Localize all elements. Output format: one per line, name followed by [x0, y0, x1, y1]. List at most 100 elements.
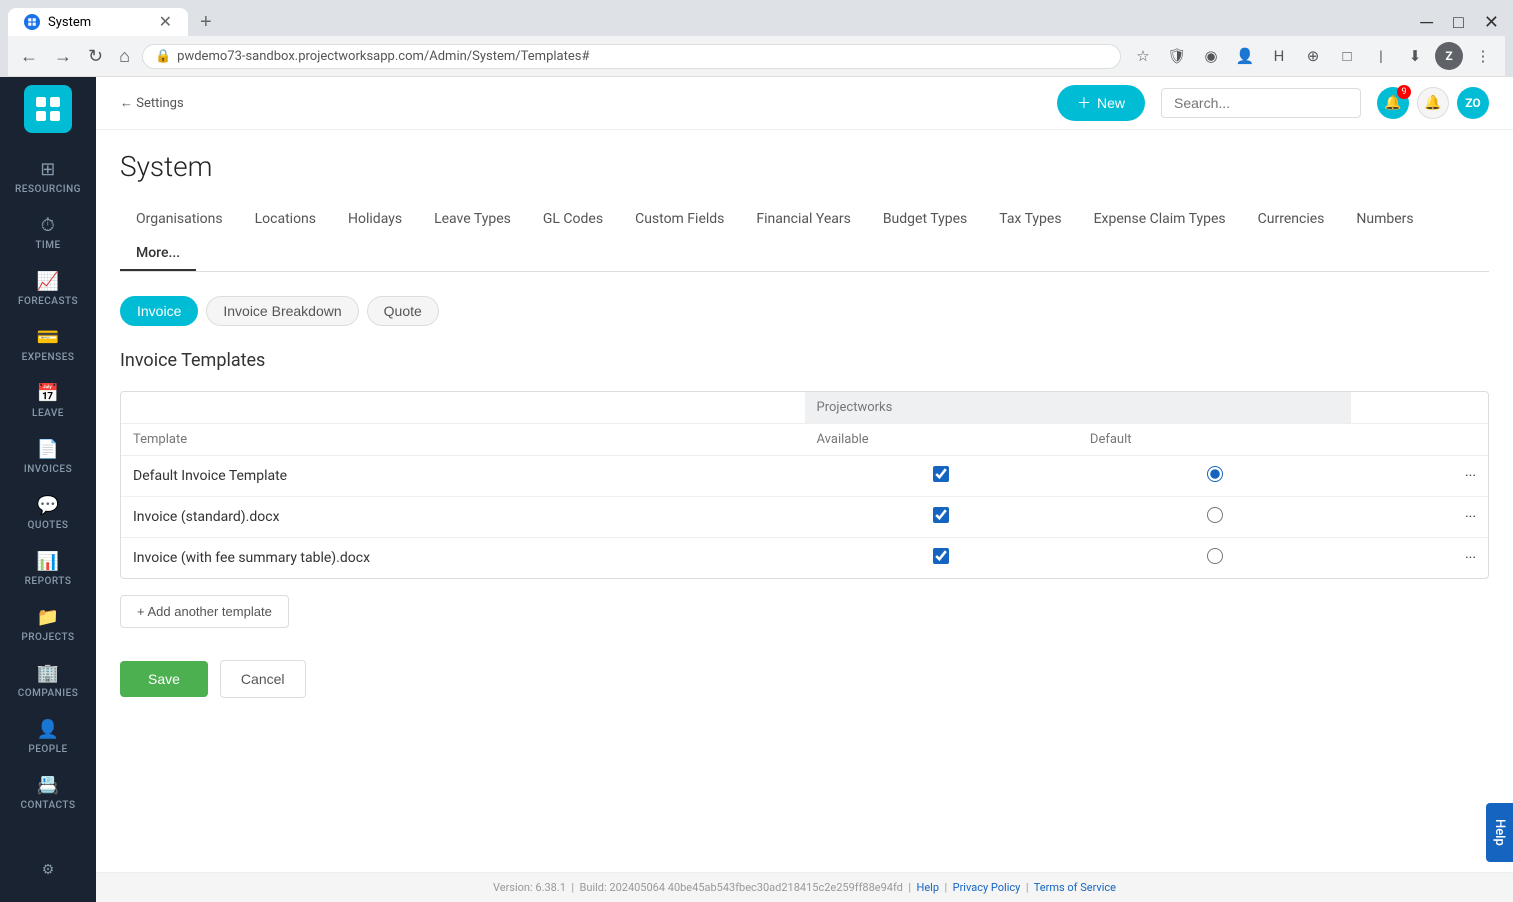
save-button[interactable]: Save — [120, 661, 208, 697]
add-template-button[interactable]: + Add another template — [120, 595, 289, 628]
minimize-button[interactable]: ─ — [1414, 10, 1439, 35]
default-radio-2[interactable] — [1207, 548, 1223, 564]
tab-gl-codes[interactable]: GL Codes — [527, 203, 619, 237]
sidebar-item-resourcing[interactable]: ⊞ RESOURCING — [0, 149, 96, 205]
sidebar-item-quotes[interactable]: 💬 QUOTES — [0, 485, 96, 541]
template-tab-quote[interactable]: Quote — [367, 296, 439, 326]
tab-holidays[interactable]: Holidays — [332, 203, 418, 237]
available-cell-1[interactable] — [805, 497, 1078, 538]
ext-icon-2[interactable]: ◉ — [1197, 42, 1225, 70]
tab-budget-types[interactable]: Budget Types — [867, 203, 983, 237]
sidebar-item-leave[interactable]: 📅 LEAVE — [0, 373, 96, 429]
ext-icon-6[interactable]: □ — [1333, 42, 1361, 70]
browser-tab[interactable]: System ✕ — [8, 8, 188, 36]
row-actions-2[interactable]: ··· — [1351, 538, 1488, 579]
tab-numbers[interactable]: Numbers — [1340, 203, 1429, 237]
footer-terms-link[interactable]: Terms of Service — [1034, 881, 1116, 894]
sidebar-item-label: PROJECTS — [21, 632, 74, 643]
security-icon: 🔒 — [155, 49, 171, 64]
alerts-button[interactable]: 🔔 — [1417, 87, 1449, 119]
footer-help-link[interactable]: Help — [916, 881, 939, 894]
sidebar-item-people[interactable]: 👤 PEOPLE — [0, 709, 96, 765]
ext-icon-1[interactable]: 🛡 — [1163, 42, 1191, 70]
forward-button[interactable]: → — [50, 44, 76, 69]
tab-financial-years[interactable]: Financial Years — [740, 203, 866, 237]
template-tab-invoice-breakdown[interactable]: Invoice Breakdown — [206, 296, 358, 326]
tab-leave-types[interactable]: Leave Types — [418, 203, 527, 237]
default-radio-0[interactable] — [1207, 466, 1223, 482]
help-button[interactable]: Help — [1486, 803, 1513, 862]
reload-button[interactable]: ↻ — [84, 44, 107, 69]
sidebar-item-label: COMPANIES — [18, 688, 79, 699]
ext-icon-5[interactable]: ⊕ — [1299, 42, 1327, 70]
sidebar-item-contacts[interactable]: 📇 CONTACTS — [0, 765, 96, 821]
th-default-label: Default — [1078, 424, 1351, 456]
sidebar-item-label: CONTACTS — [20, 800, 75, 811]
available-cell-2[interactable] — [805, 538, 1078, 579]
template-tab-invoice[interactable]: Invoice — [120, 296, 198, 326]
people-icon: 👤 — [37, 719, 60, 740]
tab-organisations[interactable]: Organisations — [120, 203, 239, 237]
sidebar: ⊞ RESOURCING ⏱ TIME 📈 FORECASTS 💳 EXPENS… — [0, 77, 96, 902]
app-header: ← Settings ＋ New 🔔 9 🔔 ZO — [96, 77, 1513, 130]
sidebar-item-label: EXPENSES — [22, 352, 75, 363]
default-cell-0[interactable] — [1078, 456, 1351, 497]
maximize-button[interactable]: □ — [1447, 10, 1470, 35]
tab-favicon — [24, 14, 40, 30]
profile-avatar[interactable]: Z — [1435, 42, 1463, 70]
sidebar-item-expenses[interactable]: 💳 EXPENSES — [0, 317, 96, 373]
row-actions-1[interactable]: ··· — [1351, 497, 1488, 538]
address-bar[interactable]: 🔒 pwdemo73-sandbox.projectworksapp.com/A… — [142, 44, 1121, 69]
tab-close-button[interactable]: ✕ — [159, 14, 172, 30]
invoices-icon: 📄 — [37, 439, 60, 460]
available-cell-0[interactable] — [805, 456, 1078, 497]
available-checkbox-0[interactable] — [933, 466, 949, 482]
settings-icon[interactable]: ⚙ — [34, 854, 63, 886]
th-template-label: Template — [121, 424, 805, 456]
notification-button[interactable]: 🔔 9 — [1377, 87, 1409, 119]
tab-tax-types[interactable]: Tax Types — [983, 203, 1077, 237]
table-row: Invoice (with fee summary table).docx ··… — [121, 538, 1488, 579]
bookmark-icon[interactable]: ☆ — [1129, 42, 1157, 70]
default-cell-2[interactable] — [1078, 538, 1351, 579]
template-name-cell: Invoice (with fee summary table).docx — [121, 538, 805, 579]
new-button[interactable]: ＋ New — [1057, 85, 1145, 121]
sidebar-item-projects[interactable]: 📁 PROJECTS — [0, 597, 96, 653]
ext-icon-4[interactable]: H — [1265, 42, 1293, 70]
tab-expense-claim-types[interactable]: Expense Claim Types — [1078, 203, 1242, 237]
available-checkbox-2[interactable] — [933, 548, 949, 564]
app-logo[interactable] — [24, 85, 72, 133]
close-button[interactable]: ✕ — [1478, 10, 1505, 35]
tab-currencies[interactable]: Currencies — [1242, 203, 1341, 237]
sidebar-item-reports[interactable]: 📊 REPORTS — [0, 541, 96, 597]
ext-icon-3[interactable]: 👤 — [1231, 42, 1259, 70]
sidebar-item-companies[interactable]: 🏢 COMPANIES — [0, 653, 96, 709]
expenses-icon: 💳 — [37, 327, 60, 348]
default-cell-1[interactable] — [1078, 497, 1351, 538]
search-input[interactable] — [1161, 88, 1361, 118]
sidebar-item-forecasts[interactable]: 📈 FORECASTS — [0, 261, 96, 317]
tab-title: System — [48, 15, 91, 30]
back-button[interactable]: ← — [16, 44, 42, 69]
user-avatar[interactable]: ZO — [1457, 87, 1489, 119]
row-actions-0[interactable]: ··· — [1351, 456, 1488, 497]
template-tabs: Invoice Invoice Breakdown Quote — [120, 296, 1489, 326]
tab-custom-fields[interactable]: Custom Fields — [619, 203, 740, 237]
templates-table: Projectworks Template Available Default — [121, 392, 1488, 578]
sidebar-item-time[interactable]: ⏱ TIME — [0, 205, 96, 261]
available-checkbox-1[interactable] — [933, 507, 949, 523]
section-title: Invoice Templates — [120, 350, 1489, 371]
table-row: Invoice (standard).docx ··· — [121, 497, 1488, 538]
download-icon[interactable]: ⬇ — [1401, 42, 1429, 70]
footer-privacy-link[interactable]: Privacy Policy — [953, 881, 1021, 894]
home-button[interactable]: ⌂ — [115, 44, 134, 69]
menu-icon[interactable]: ⋮ — [1469, 42, 1497, 70]
back-to-settings-link[interactable]: ← Settings — [120, 95, 184, 111]
tab-more[interactable]: More... — [120, 237, 196, 271]
new-tab-button[interactable]: + — [192, 11, 220, 34]
header-icons: 🔔 9 🔔 ZO — [1377, 87, 1489, 119]
tab-locations[interactable]: Locations — [239, 203, 332, 237]
cancel-button[interactable]: Cancel — [220, 660, 306, 698]
sidebar-item-invoices[interactable]: 📄 INVOICES — [0, 429, 96, 485]
default-radio-1[interactable] — [1207, 507, 1223, 523]
